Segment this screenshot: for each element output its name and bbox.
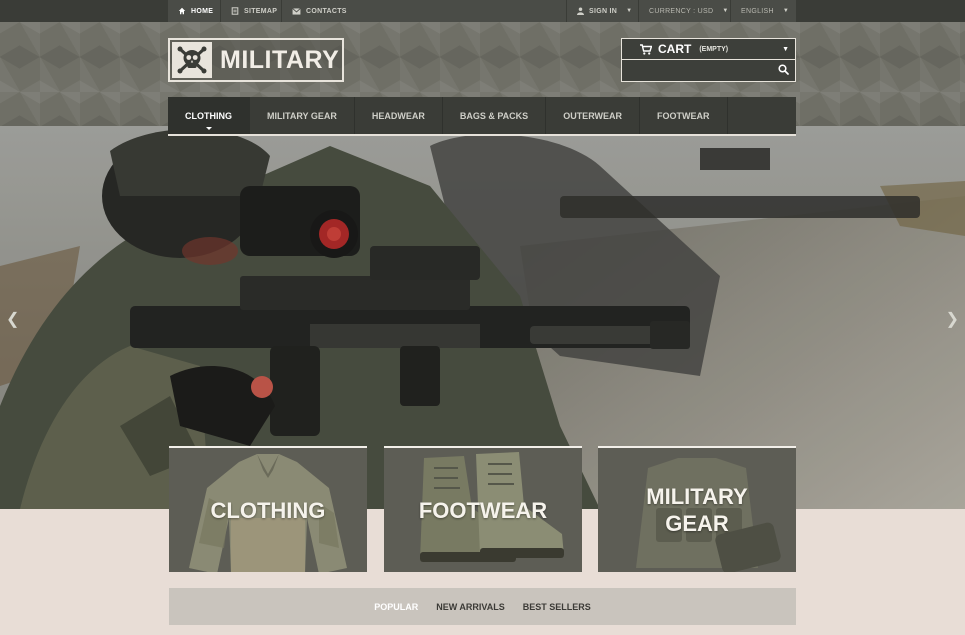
nav-item-military-gear[interactable]: MILITARY GEAR	[250, 97, 355, 134]
tab-popular[interactable]: POPULAR	[374, 602, 418, 612]
home-label: HOME	[191, 7, 214, 15]
caret-down-icon: ▼	[782, 45, 789, 53]
currency-selector[interactable]: CURRENCY : USD ▼	[649, 0, 729, 22]
sitemap-link[interactable]: SITEMAP	[231, 0, 277, 22]
cart-status: (EMPTY)	[699, 45, 729, 53]
product-tabs: POPULAR NEW ARRIVALS BEST SELLERS	[169, 588, 796, 625]
sitemap-icon	[231, 7, 239, 15]
home-link[interactable]: HOME	[178, 0, 213, 22]
tile-title: FOOTWEAR	[418, 497, 548, 523]
search-icon[interactable]	[778, 64, 789, 75]
language-selector[interactable]: ENGLISH ▼	[741, 0, 789, 22]
nav-item-footwear[interactable]: FOOTWEAR	[640, 97, 728, 134]
nav-item-label: CLOTHING	[185, 110, 232, 121]
nav-item-headwear[interactable]: HEADWEAR	[355, 97, 443, 134]
envelope-icon	[292, 7, 301, 15]
divider	[281, 0, 282, 22]
home-icon	[178, 7, 186, 15]
slider-next-arrow[interactable]: ❯	[946, 309, 959, 329]
tab-best-sellers[interactable]: BEST SELLERS	[523, 602, 591, 612]
nav-item-label: FOOTWEAR	[657, 110, 710, 121]
nav-item-clothing[interactable]: CLOTHING	[168, 97, 250, 134]
caret-down-icon: ▼	[782, 8, 790, 14]
currency-label: CURRENCY : USD	[649, 7, 714, 15]
slider-prev-arrow[interactable]: ❮	[6, 309, 19, 329]
category-tile-footwear[interactable]: FOOTWEAR	[384, 446, 582, 572]
divider	[566, 0, 567, 22]
logo-text: MILITARY	[220, 45, 340, 74]
nav-item-outerwear[interactable]: OUTERWEAR	[546, 97, 641, 134]
main-navigation: CLOTHING MILITARY GEAR HEADWEAR BAGS & P…	[168, 97, 796, 136]
divider	[220, 0, 221, 22]
nav-item-label: HEADWEAR	[371, 110, 425, 121]
skull-crossbones-icon	[172, 42, 212, 78]
contacts-link[interactable]: CONTACTS	[292, 0, 347, 22]
tile-title-line-2: GEAR	[665, 511, 729, 536]
cart-button[interactable]: CART (EMPTY) ▼	[621, 38, 796, 60]
tile-title-line-1: MILITARY	[646, 484, 748, 509]
sitemap-label: SITEMAP	[244, 7, 278, 15]
tab-new-arrivals[interactable]: NEW ARRIVALS	[436, 602, 505, 612]
category-tile-military-gear[interactable]: MILITARY GEAR	[598, 446, 796, 572]
search-input[interactable]	[622, 60, 772, 80]
nav-item-label: BAGS & PACKS	[459, 110, 529, 121]
site-logo[interactable]: MILITARY	[168, 38, 344, 82]
nav-item-label: MILITARY GEAR	[267, 110, 337, 121]
tile-title: CLOTHING	[210, 497, 326, 523]
active-indicator-icon	[205, 127, 212, 130]
nav-item-label: OUTERWEAR	[563, 110, 623, 121]
contacts-label: CONTACTS	[306, 7, 347, 15]
caret-down-icon: ▼	[626, 8, 633, 14]
search-box	[621, 60, 796, 82]
caret-down-icon: ▼	[722, 8, 729, 14]
sign-in-label: SIGN IN	[589, 7, 618, 15]
category-tile-clothing[interactable]: CLOTHING	[169, 446, 367, 572]
shopping-cart-icon	[640, 43, 652, 55]
user-icon	[577, 7, 584, 15]
tile-title: MILITARY GEAR	[646, 483, 747, 537]
divider	[730, 0, 731, 22]
top-utility-bar: HOME SITEMAP CONTACTS SIGN IN ▼ CURRENCY…	[0, 0, 965, 22]
language-label: ENGLISH	[741, 7, 774, 15]
cart-label: CART	[658, 42, 692, 56]
sign-in-link[interactable]: SIGN IN ▼	[577, 0, 632, 22]
divider	[638, 0, 639, 22]
nav-item-bags-packs[interactable]: BAGS & PACKS	[443, 97, 547, 134]
